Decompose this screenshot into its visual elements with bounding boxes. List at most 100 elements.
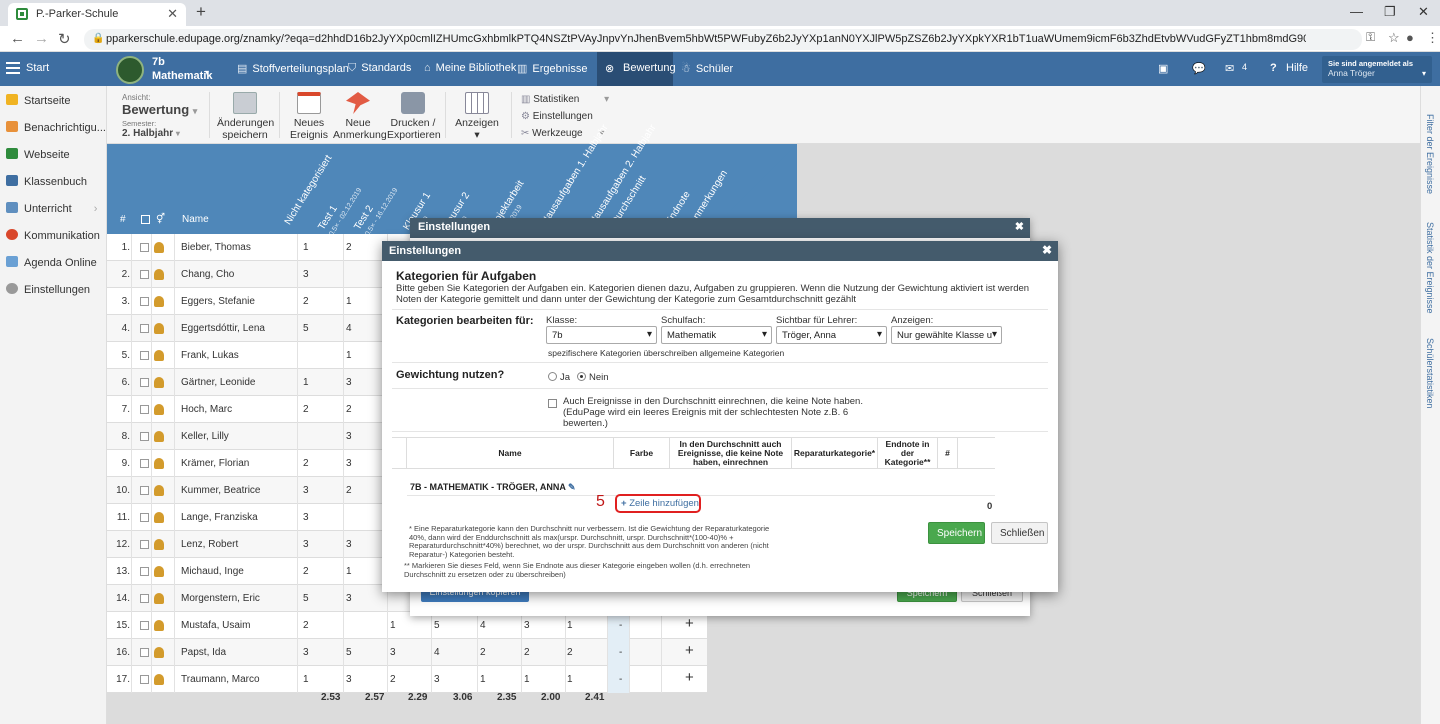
grade-cell[interactable]: 1 (346, 566, 352, 577)
mail-icon[interactable]: ✉ (1225, 62, 1234, 75)
row-checkbox[interactable] (140, 405, 149, 414)
student-name[interactable]: Michaud, Inge (181, 566, 244, 577)
student-name[interactable]: Krämer, Florian (181, 458, 249, 469)
grade-cell[interactable]: 1 (346, 350, 352, 361)
grade-cell[interactable]: 1 (303, 242, 309, 253)
student-name[interactable]: Mustafa, Usaim (181, 620, 250, 631)
grade-cell[interactable]: 5 (303, 323, 309, 334)
grade-cell[interactable]: 3 (390, 647, 396, 658)
browser-tab[interactable]: P.-Parker-Schule ✕ (8, 3, 186, 26)
subject-select[interactable]: Mathematik (661, 326, 772, 344)
start-link[interactable]: Start (26, 62, 49, 74)
grade-cell[interactable]: 3 (303, 269, 309, 280)
grade-cell[interactable]: 1 (303, 377, 309, 388)
grade-cell[interactable]: - (619, 647, 622, 658)
table-row[interactable]: 17. Traumann, Marco 1 3 2 3 1 1 1 - + (107, 666, 707, 693)
nav-ergebnisse[interactable]: ▥ Ergebnisse (517, 62, 587, 75)
show-select[interactable]: Nur gewählte Klasse u (891, 326, 1002, 344)
student-statistics-tab[interactable]: Schülerstatistiken (1425, 338, 1435, 409)
grade-cell[interactable]: - (619, 620, 622, 631)
grade-cell[interactable]: 1 (303, 674, 309, 685)
grade-cell[interactable]: 2 (480, 647, 486, 658)
radio-no[interactable] (577, 372, 586, 381)
grade-cell[interactable]: 3 (346, 674, 352, 685)
grade-cell[interactable]: 3 (346, 458, 352, 469)
row-checkbox[interactable] (140, 540, 149, 549)
student-name[interactable]: Frank, Lukas (181, 350, 239, 361)
row-checkbox[interactable] (140, 513, 149, 522)
grade-cell[interactable]: 2 (390, 674, 396, 685)
grade-cell[interactable]: 5 (346, 647, 352, 658)
print-export-button[interactable]: Drucken / Exportieren (387, 92, 441, 141)
new-tab-icon[interactable]: + (196, 2, 206, 22)
student-name[interactable]: Morgenstern, Eric (181, 593, 260, 604)
new-event-button[interactable]: Neues Ereignis (287, 92, 331, 141)
row-checkbox[interactable] (140, 378, 149, 387)
grade-cell[interactable]: 5 (434, 620, 440, 631)
row-checkbox[interactable] (140, 432, 149, 441)
close-icon[interactable]: ✖ (1015, 220, 1024, 233)
col-name[interactable]: Name (182, 214, 209, 225)
new-note-button[interactable]: Neue Anmerkung (333, 92, 387, 141)
row-checkbox[interactable] (140, 594, 149, 603)
close-window-icon[interactable]: ✕ (1418, 4, 1429, 20)
forward-icon[interactable]: → (34, 30, 49, 47)
row-checkbox[interactable] (140, 648, 149, 657)
nav-bibliothek[interactable]: ⌂ Meine Bibliothek (424, 62, 516, 74)
sidebar-item-unterricht[interactable]: Unterricht › (6, 202, 97, 215)
student-name[interactable]: Keller, Lilly (181, 431, 229, 442)
add-row-button[interactable]: + Zeile hinzufügen (615, 494, 701, 513)
grade-cell[interactable]: 5 (303, 593, 309, 604)
row-checkbox[interactable] (140, 297, 149, 306)
include-empty-checkbox[interactable] (548, 399, 557, 408)
radio-yes[interactable] (548, 372, 557, 381)
user-menu[interactable]: Sie sind angemeldet als Anna Tröger ▾ (1322, 56, 1432, 83)
menu-einstellungen[interactable]: ⚙ Einstellungen (521, 108, 609, 125)
grade-cell[interactable]: 3 (346, 593, 352, 604)
grade-cell[interactable]: 2 (567, 647, 573, 658)
class-select[interactable]: 7b (546, 326, 657, 344)
grade-cell[interactable]: 2 (303, 296, 309, 307)
row-checkbox[interactable] (140, 324, 149, 333)
grade-cell[interactable]: 2 (346, 242, 352, 253)
grade-cell[interactable]: 1 (524, 674, 530, 685)
add-grade-icon[interactable]: + (685, 669, 694, 686)
help-icon[interactable]: ? (1270, 62, 1277, 74)
back-icon[interactable]: ← (10, 30, 25, 47)
nav-standards[interactable]: ⛉ Standards (348, 62, 411, 75)
sidebar-item-einstellungen[interactable]: Einstellungen (6, 283, 90, 296)
grade-cell[interactable]: 2 (303, 620, 309, 631)
save-button[interactable]: Speichern (928, 522, 985, 544)
row-checkbox[interactable] (140, 270, 149, 279)
grade-cell[interactable]: 3 (434, 674, 440, 685)
row-checkbox[interactable] (140, 621, 149, 630)
close-button[interactable]: Schließen (991, 522, 1048, 544)
nav-bewertung[interactable]: ⊗ Bewertung (597, 52, 676, 86)
reload-icon[interactable]: ↻ (58, 30, 71, 48)
help-link[interactable]: Hilfe (1286, 62, 1308, 74)
row-checkbox[interactable] (140, 567, 149, 576)
student-name[interactable]: Gärtner, Leonide (181, 377, 256, 388)
grade-cell[interactable]: 2 (303, 566, 309, 577)
add-grade-icon[interactable]: + (685, 642, 694, 659)
nav-stoffverteilungsplan[interactable]: ▤ Stoffverteilungsplan (237, 62, 349, 75)
student-name[interactable]: Kummer, Beatrice (181, 485, 260, 496)
student-name[interactable]: Lange, Franziska (181, 512, 258, 523)
view-selector[interactable]: Ansicht: Bewertung ▾ Semester: 2. Halbja… (122, 93, 197, 139)
chat-icon[interactable]: 💬 (1192, 62, 1206, 75)
row-checkbox[interactable] (140, 486, 149, 495)
grade-cell[interactable]: 3 (524, 620, 530, 631)
maximize-icon[interactable]: ❐ (1384, 4, 1396, 20)
row-checkbox[interactable] (140, 675, 149, 684)
student-name[interactable]: Chang, Cho (181, 269, 234, 280)
row-checkbox[interactable] (140, 351, 149, 360)
grade-cell[interactable]: 2 (346, 404, 352, 415)
sidebar-item-benachrichtigungen[interactable]: Benachrichtigu... (6, 121, 106, 134)
edit-pencil-icon[interactable]: ✎ (568, 482, 576, 492)
close-icon[interactable]: ✖ (1042, 243, 1052, 257)
menu-statistiken[interactable]: ▥ Statistiken ▾ (521, 91, 609, 108)
weighting-yes[interactable]: Ja (548, 372, 570, 383)
star-icon[interactable]: ☆ (1388, 30, 1400, 46)
grade-cell[interactable]: 4 (346, 323, 352, 334)
nav-schueler[interactable]: ☃ Schüler (681, 62, 733, 75)
